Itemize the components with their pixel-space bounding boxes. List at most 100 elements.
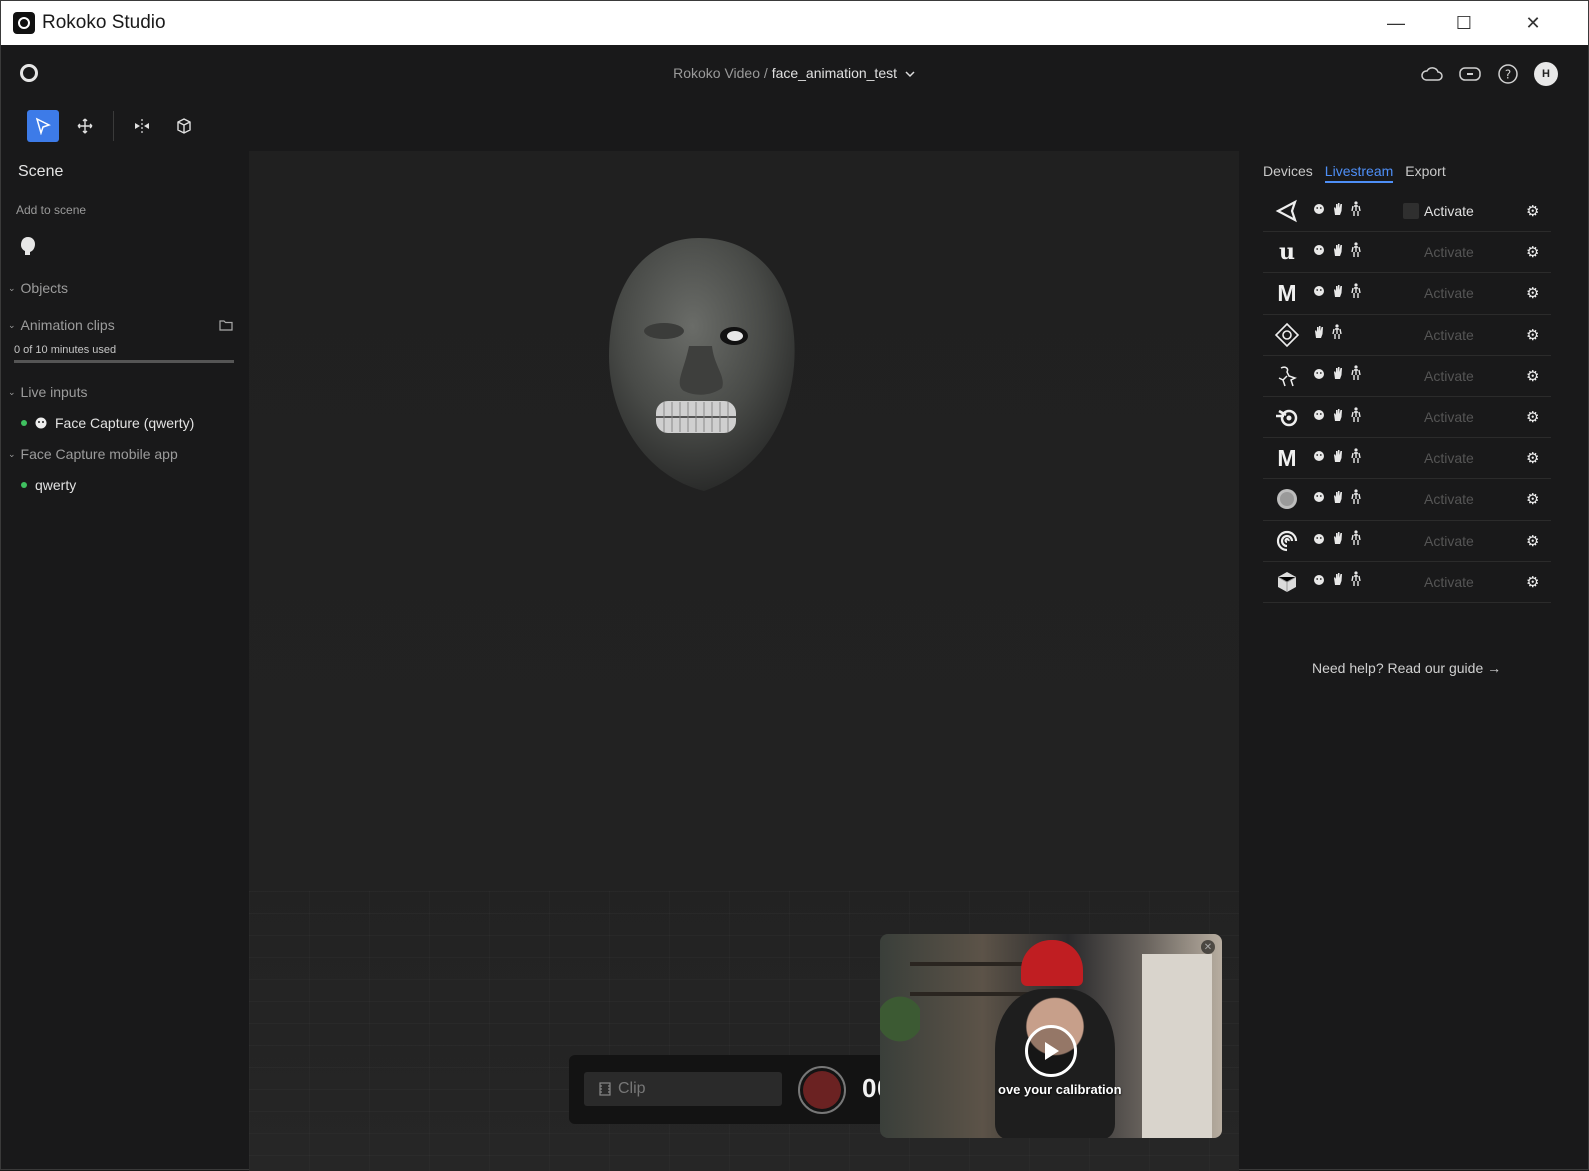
body-icon: [1351, 200, 1361, 222]
mobile-app-label: Face Capture mobile app: [20, 446, 178, 462]
body-icon: [1351, 489, 1361, 510]
workspace-name[interactable]: Rokoko Video: [673, 65, 760, 81]
live-input-item[interactable]: Face Capture (qwerty): [21, 415, 194, 431]
mobile-app-item[interactable]: qwerty: [21, 477, 76, 493]
activate-button[interactable]: Activate: [1424, 203, 1474, 219]
hand-icon: [1332, 408, 1344, 427]
unity-icon: [1273, 197, 1301, 225]
help-guide-link[interactable]: Need help? Read our guide →: [1312, 660, 1501, 676]
record-icon: [803, 1071, 841, 1109]
gear-icon[interactable]: ⚙: [1526, 573, 1539, 591]
move-tool-button[interactable]: [69, 110, 101, 142]
face-icon: [1313, 408, 1325, 426]
face-icon: [1313, 367, 1325, 385]
integration-row: Activate ⚙: [1263, 191, 1551, 233]
gear-icon[interactable]: ⚙: [1526, 202, 1539, 220]
video-frame-plant: [880, 974, 920, 1064]
activate-button[interactable]: Activate: [1424, 368, 1474, 384]
activate-button[interactable]: Activate: [1424, 533, 1474, 549]
tab-export[interactable]: Export: [1405, 163, 1445, 183]
face-model[interactable]: [604, 236, 804, 506]
tab-livestream[interactable]: Livestream: [1324, 163, 1394, 183]
folder-icon[interactable]: [219, 318, 233, 336]
add-head-icon[interactable]: [20, 236, 36, 261]
minutes-progress-bar: [14, 360, 234, 363]
maximize-button[interactable]: ☐: [1429, 1, 1499, 45]
gear-icon[interactable]: ⚙: [1526, 243, 1539, 261]
integration-row: Activate ⚙: [1263, 356, 1551, 397]
integration-row: Activate ⚙: [1263, 479, 1551, 521]
live-status-dot: [21, 420, 27, 426]
scene-title: Scene: [18, 163, 64, 180]
integration-row: Activate ⚙: [1263, 315, 1551, 356]
minutes-used: 0 of 10 minutes used: [14, 344, 117, 356]
video-frame-shelf: [910, 962, 1030, 966]
activate-button[interactable]: Activate: [1424, 450, 1474, 466]
gear-icon[interactable]: ⚙: [1526, 449, 1539, 467]
activate-button[interactable]: Activate: [1424, 491, 1474, 507]
mirror-tool-button[interactable]: [126, 110, 158, 142]
hand-icon: [1332, 366, 1344, 385]
move-icon: [77, 118, 93, 134]
select-tool-button[interactable]: [27, 110, 59, 142]
breadcrumb-separator: /: [763, 65, 768, 81]
gear-icon[interactable]: ⚙: [1526, 532, 1539, 550]
gear-icon[interactable]: ⚙: [1526, 490, 1539, 508]
close-video-icon[interactable]: ✕: [1201, 940, 1215, 954]
rokoko-logo-icon: [13, 12, 35, 34]
activate-button[interactable]: Activate: [1424, 574, 1474, 590]
activate-button[interactable]: Activate: [1424, 409, 1474, 425]
breadcrumb[interactable]: Rokoko Video / face_animation_test: [1, 65, 1588, 81]
avatar[interactable]: H: [1534, 62, 1558, 86]
chevron-down-icon: ⌄: [8, 386, 16, 397]
integration-row: Activate ⚙: [1263, 397, 1551, 439]
integration-row: Activate ⚙: [1263, 562, 1551, 603]
houdini-icon: [1273, 527, 1301, 555]
device-status-dot: [21, 482, 27, 488]
title-bar: Rokoko Studio — ☐ ✕: [1, 1, 1588, 45]
face-icon: [35, 417, 47, 429]
project-name[interactable]: face_animation_test: [772, 65, 897, 81]
play-icon[interactable]: [1025, 1025, 1077, 1077]
headset-icon[interactable]: [1458, 62, 1482, 86]
motionbuilder-icon: [1273, 321, 1301, 349]
film-icon: [599, 1082, 611, 1096]
gear-icon[interactable]: ⚙: [1526, 367, 1539, 385]
chevron-down-icon[interactable]: [904, 69, 916, 79]
activate-button[interactable]: Activate: [1424, 285, 1474, 301]
mobile-app-section[interactable]: ⌄ Face Capture mobile app: [8, 446, 178, 462]
live-inputs-section[interactable]: ⌄ Live inputs: [8, 384, 87, 400]
scene-panel: Scene Add to scene ⌄ Objects ⌄ Animation…: [1, 151, 249, 1171]
help-icon[interactable]: ?: [1496, 62, 1520, 86]
activate-checkbox[interactable]: [1403, 203, 1419, 220]
integration-row: M Activate ⚙: [1263, 438, 1551, 480]
body-icon: [1351, 406, 1361, 428]
animation-clips-section[interactable]: ⌄ Animation clips: [8, 317, 115, 333]
tab-devices[interactable]: Devices: [1263, 163, 1313, 183]
activate-button[interactable]: Activate: [1424, 244, 1474, 260]
character-icon: [1273, 362, 1301, 390]
hand-icon: [1332, 284, 1344, 303]
gear-icon[interactable]: ⚙: [1526, 284, 1539, 302]
hand-icon: [1332, 490, 1344, 509]
cloud-icon[interactable]: [1420, 62, 1444, 86]
face-icon: [1313, 532, 1325, 550]
activate-button[interactable]: Activate: [1424, 327, 1474, 343]
close-button[interactable]: ✕: [1498, 1, 1568, 45]
clip-name-input[interactable]: Clip: [584, 1072, 782, 1106]
video-caption: ove your calibration: [998, 1082, 1122, 1097]
view-cube-button[interactable]: [168, 110, 200, 142]
window-title: Rokoko Studio: [42, 12, 166, 33]
tutorial-video[interactable]: ✕ ove your calibration: [880, 934, 1222, 1138]
record-button[interactable]: [798, 1066, 846, 1114]
minimize-button[interactable]: —: [1361, 1, 1431, 45]
gear-icon[interactable]: ⚙: [1526, 408, 1539, 426]
objects-section[interactable]: ⌄ Objects: [8, 280, 68, 296]
animation-clips-label: Animation clips: [20, 317, 115, 333]
gear-icon[interactable]: ⚙: [1526, 326, 1539, 344]
sphere-icon: [1273, 485, 1301, 513]
body-icon: [1332, 324, 1342, 345]
panel-tabs: Devices Livestream Export: [1263, 163, 1446, 183]
toolbar-divider: [113, 111, 114, 141]
face-icon: [1313, 284, 1325, 302]
